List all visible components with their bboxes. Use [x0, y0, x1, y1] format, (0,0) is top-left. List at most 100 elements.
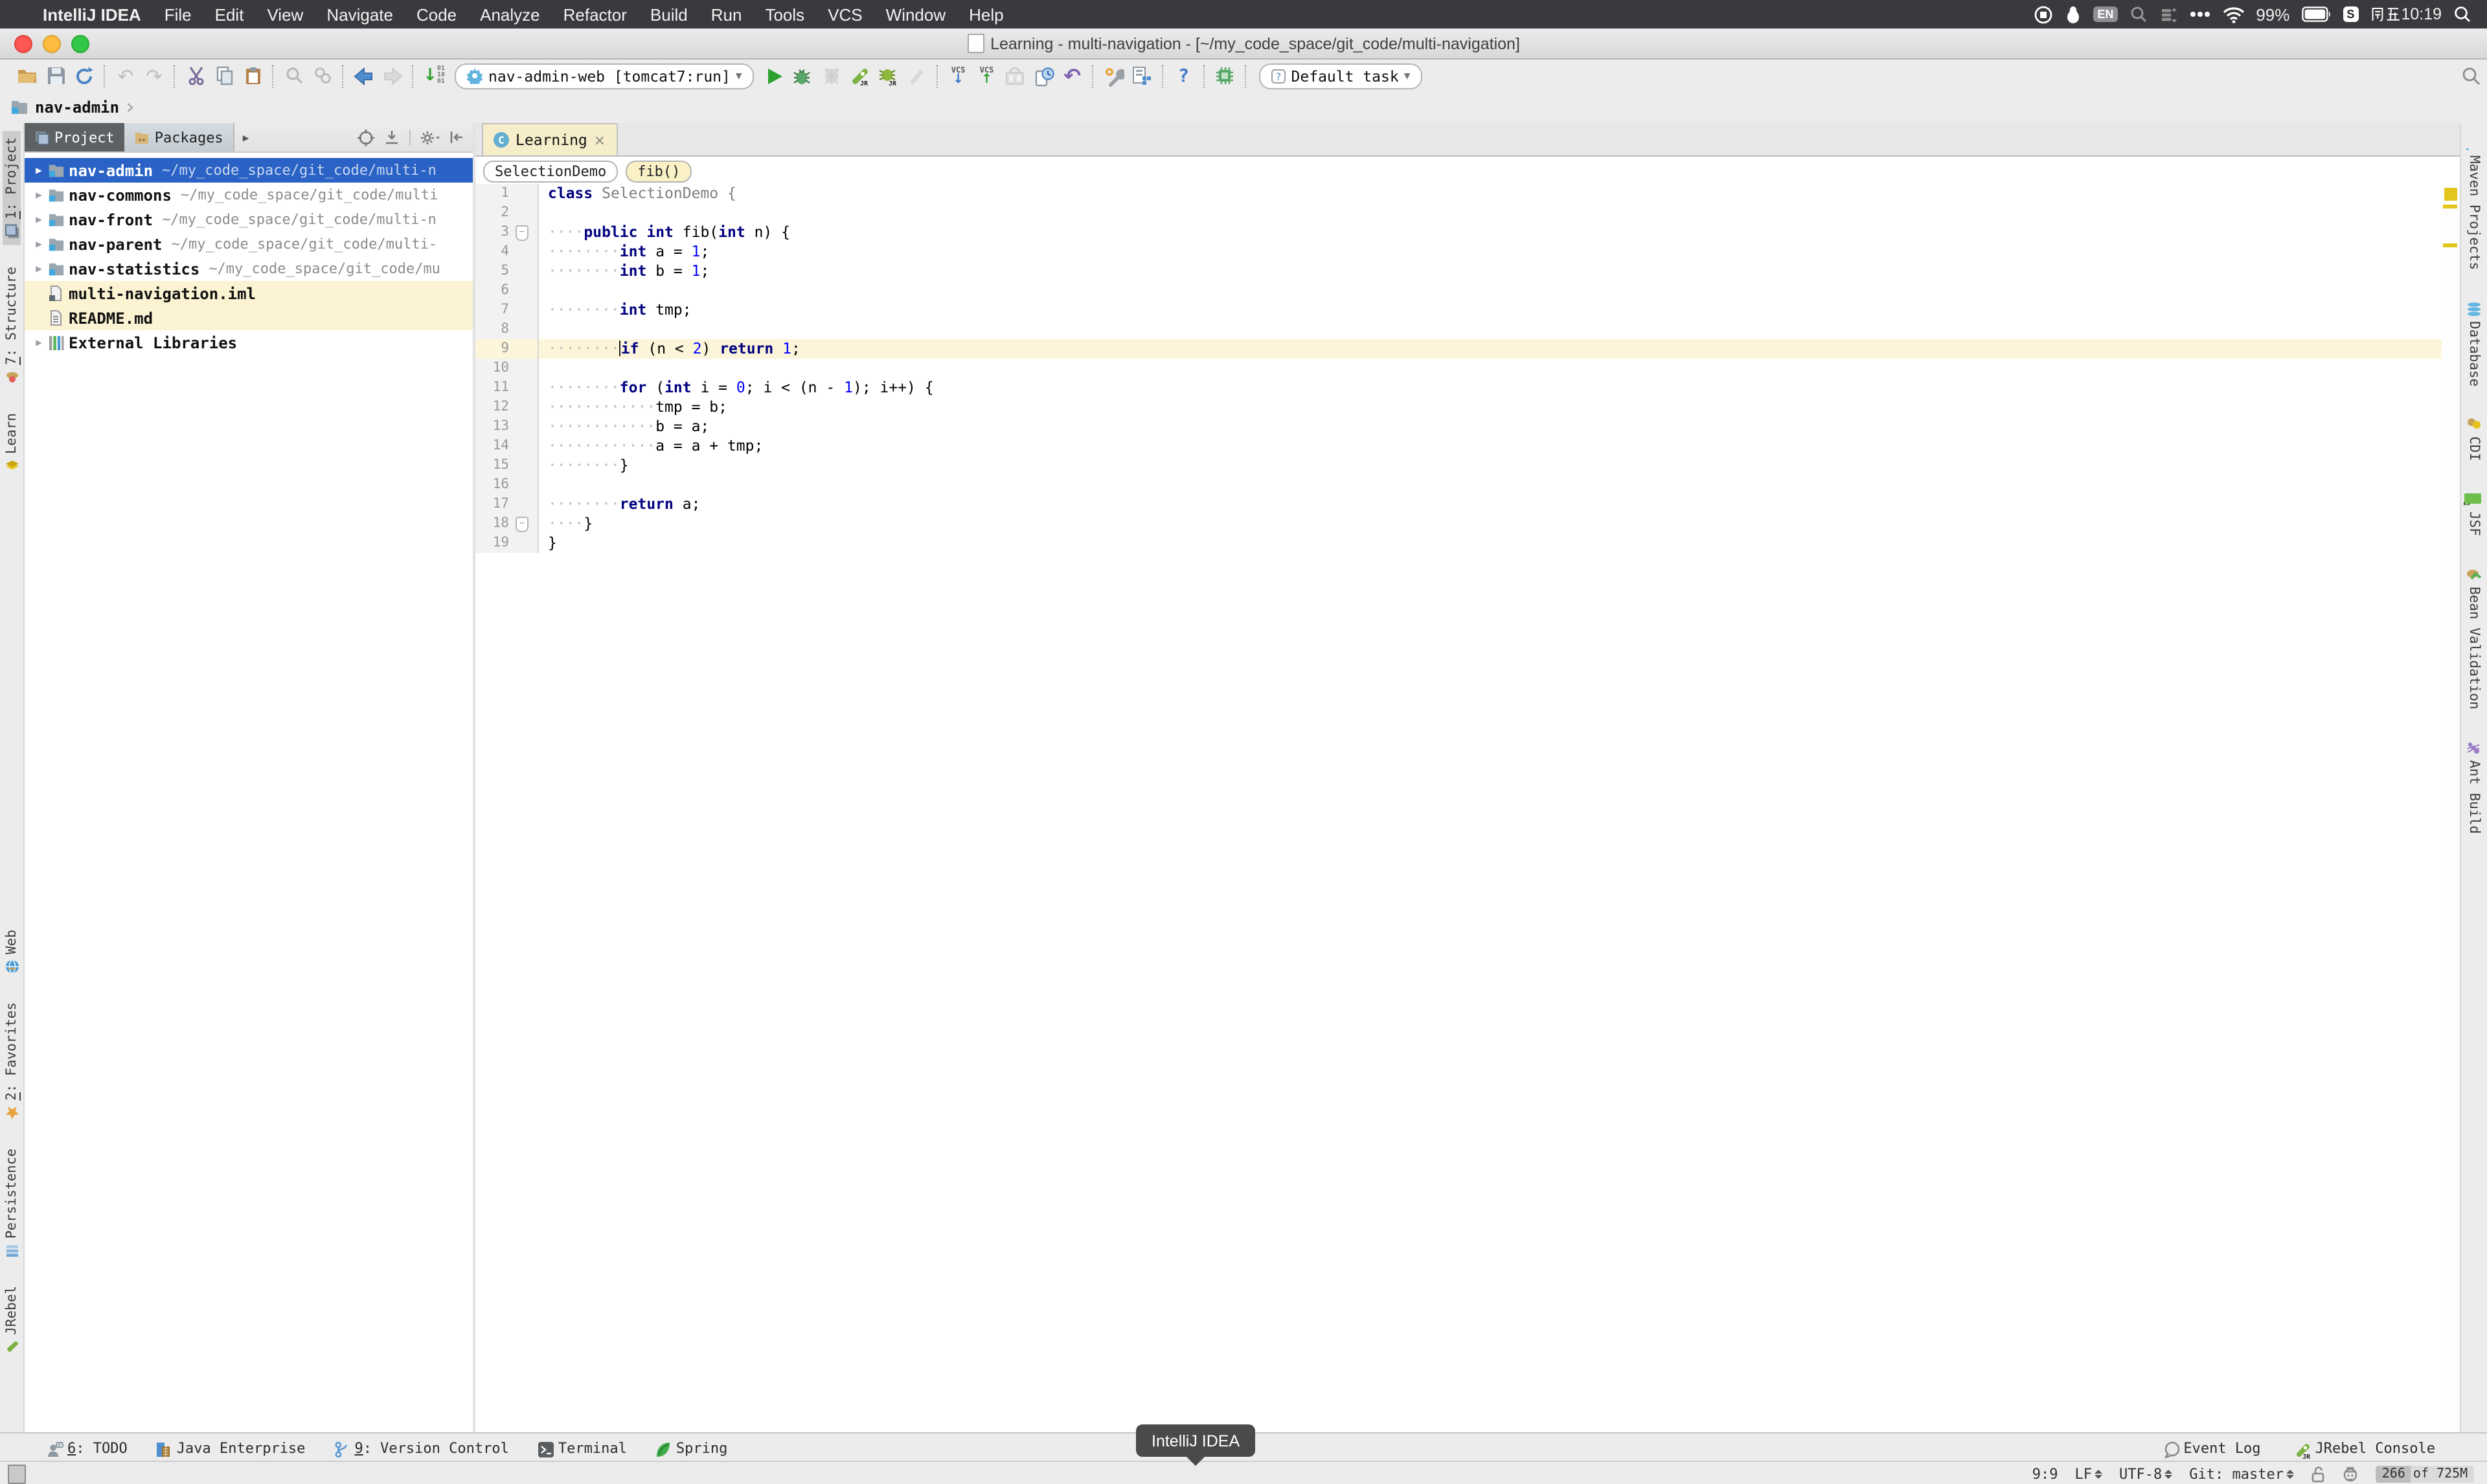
synchronize-icon[interactable]: [70, 62, 98, 90]
expand-arrow-icon[interactable]: ▶: [25, 263, 48, 275]
unlocked-icon[interactable]: [2311, 1465, 2325, 1482]
open-icon[interactable]: [13, 62, 41, 90]
line-number[interactable]: 17: [475, 495, 509, 514]
line-number[interactable]: 16: [475, 475, 509, 495]
tree-item-external-libraries[interactable]: ▶ External Libraries: [25, 330, 473, 355]
code-line-text[interactable]: ····}: [539, 514, 593, 534]
expand-arrow-icon[interactable]: ▶: [25, 189, 48, 201]
stripe-button-ant-build[interactable]: Ant Build: [2465, 734, 2483, 840]
menu-item-vcs[interactable]: VCS: [816, 5, 874, 24]
code-line-text[interactable]: ············b = a;: [539, 417, 709, 436]
line-number[interactable]: 11: [475, 378, 509, 398]
toolwindow-button-event-log[interactable]: Event Log: [2163, 1439, 2261, 1459]
menu-item-view[interactable]: View: [255, 5, 315, 24]
line-number[interactable]: 4: [475, 242, 509, 262]
tree-item-nav-statistics[interactable]: ▶ nav-statistics ~/my_code_space/git_code/…: [25, 256, 473, 281]
stripe-button-database[interactable]: Database: [2465, 295, 2483, 392]
toolwindow-button-java-enterprise[interactable]: Java Enterprise: [156, 1439, 305, 1456]
code-line-5[interactable]: 5 ········int b = 1;: [475, 262, 2460, 281]
code-line-12[interactable]: 12 ············tmp = b;: [475, 398, 2460, 417]
wifi-icon[interactable]: [2222, 6, 2244, 23]
expand-arrow-icon[interactable]: ▶: [25, 238, 48, 250]
spotlight-icon[interactable]: [2453, 5, 2471, 23]
toggle-toolwindows-icon[interactable]: [8, 1464, 26, 1483]
qq-icon[interactable]: [2065, 5, 2082, 24]
toolwindow-button-terminal[interactable]: Terminal: [538, 1439, 627, 1457]
more-menu-icon[interactable]: [2188, 10, 2210, 18]
paste-icon[interactable]: [238, 62, 267, 90]
code-line-9[interactable]: 9 ········ if (n < 2) return 1;: [475, 339, 2460, 359]
tree-item-readme-md[interactable]: README.md: [25, 306, 473, 330]
memory-indicator[interactable]: 266 of 725M: [2376, 1465, 2474, 1482]
battery-icon[interactable]: [2301, 6, 2331, 22]
input-source-badge[interactable]: EN: [2093, 6, 2118, 22]
menubar-clock[interactable]: 10:19: [2370, 5, 2442, 23]
code-line-text[interactable]: class SelectionDemo {: [539, 184, 736, 203]
menu-item-tools[interactable]: Tools: [753, 5, 816, 24]
line-number[interactable]: 13: [475, 417, 509, 436]
code-line-text[interactable]: ········ if (n < 2) return 1;: [539, 339, 801, 359]
run-icon[interactable]: [760, 62, 789, 90]
vcs-update-icon[interactable]: VCS ↓: [944, 62, 973, 90]
menu-item-window[interactable]: Window: [874, 5, 958, 24]
editor-tab-learning[interactable]: C Learning ×: [482, 123, 618, 155]
code-line-7[interactable]: 7 ········int tmp;: [475, 300, 2460, 320]
toolwindow-button-9-version-control[interactable]: 9: Version Control: [334, 1439, 509, 1457]
navigate-back-icon[interactable]: [350, 62, 378, 90]
input-stack-icon[interactable]: [2159, 5, 2177, 24]
jrebel-debug-icon[interactable]: JR: [874, 62, 903, 90]
tab-project[interactable]: Project: [25, 123, 125, 152]
redo-icon[interactable]: ↷: [140, 62, 168, 90]
stripe-button-learn[interactable]: Learn: [3, 407, 21, 480]
line-number[interactable]: 1: [475, 184, 509, 203]
code-line-6[interactable]: 6: [475, 281, 2460, 300]
code-line-text[interactable]: ············tmp = b;: [539, 398, 727, 417]
stripe-button-web[interactable]: Web: [3, 923, 21, 980]
code-line-text[interactable]: ········int a = 1;: [539, 242, 709, 262]
line-number[interactable]: 18: [475, 514, 509, 534]
stripe-button-maven-projects[interactable]: m Maven Projects: [2458, 129, 2483, 276]
sogou-ime-badge[interactable]: S: [2343, 6, 2359, 22]
toolwindow-button-jrebel-console[interactable]: JR JRebel Console: [2295, 1439, 2435, 1460]
more-tabs-icon[interactable]: ▶: [235, 123, 249, 152]
fold-marker-gutter[interactable]: −: [509, 514, 539, 534]
fold-end-icon[interactable]: −: [516, 517, 528, 532]
encoding-widget[interactable]: UTF-8: [2119, 1465, 2173, 1482]
code-line-17[interactable]: 17 ········return a;: [475, 495, 2460, 514]
warning-mark[interactable]: [2443, 243, 2457, 247]
menu-item-analyze[interactable]: Analyze: [468, 5, 552, 24]
code-line-10[interactable]: 10: [475, 359, 2460, 378]
expand-arrow-icon[interactable]: ▶: [25, 337, 48, 348]
code-line-text[interactable]: ············a = a + tmp;: [539, 436, 763, 456]
search-everywhere-icon[interactable]: [2456, 62, 2484, 90]
line-number[interactable]: 3: [475, 223, 509, 242]
cut-icon[interactable]: [181, 62, 210, 90]
tab-packages[interactable]: Packages: [124, 123, 235, 152]
expand-arrow-icon[interactable]: ▶: [25, 214, 48, 225]
toolwindow-button-spring[interactable]: Spring: [655, 1439, 727, 1456]
code-editor[interactable]: 1 class SelectionDemo {2 3− ····public int …: [475, 184, 2460, 1432]
code-line-text[interactable]: ····public int fib(int n) {: [539, 223, 790, 242]
tree-item-nav-admin[interactable]: ▶ nav-admin ~/my_code_space/git_code/multi…: [25, 158, 473, 183]
line-number[interactable]: 5: [475, 262, 509, 281]
stripe-button-persistence[interactable]: Persistence: [3, 1142, 21, 1265]
code-line-11[interactable]: 11 ········for (int i = 0; i < (n - 1); i…: [475, 378, 2460, 398]
menu-item-file[interactable]: File: [153, 5, 203, 24]
rollback-icon[interactable]: ↶: [1058, 62, 1087, 90]
line-number[interactable]: 15: [475, 456, 509, 475]
project-structure-icon[interactable]: [1128, 62, 1157, 90]
sort-lines-icon[interactable]: ↓ 01 10 01: [420, 62, 448, 90]
stripe-button-jsf[interactable]: JSF JSF: [2461, 486, 2483, 543]
code-line-text[interactable]: ········}: [539, 456, 629, 475]
tree-item-nav-parent[interactable]: ▶ nav-parent ~/my_code_space/git_code/mult…: [25, 232, 473, 256]
code-line-text[interactable]: }: [539, 534, 557, 553]
fold-open-icon[interactable]: −: [516, 225, 528, 241]
code-line-2[interactable]: 2: [475, 203, 2460, 223]
vcs-commit-icon[interactable]: VCS ↑: [973, 62, 1001, 90]
code-line-14[interactable]: 14 ············a = a + tmp;: [475, 436, 2460, 456]
code-line-8[interactable]: 8: [475, 320, 2460, 339]
code-line-16[interactable]: 16: [475, 475, 2460, 495]
battery-percent[interactable]: 99%: [2256, 5, 2289, 24]
menu-item-intellij-idea[interactable]: IntelliJ IDEA: [31, 5, 153, 24]
line-number[interactable]: 2: [475, 203, 509, 223]
